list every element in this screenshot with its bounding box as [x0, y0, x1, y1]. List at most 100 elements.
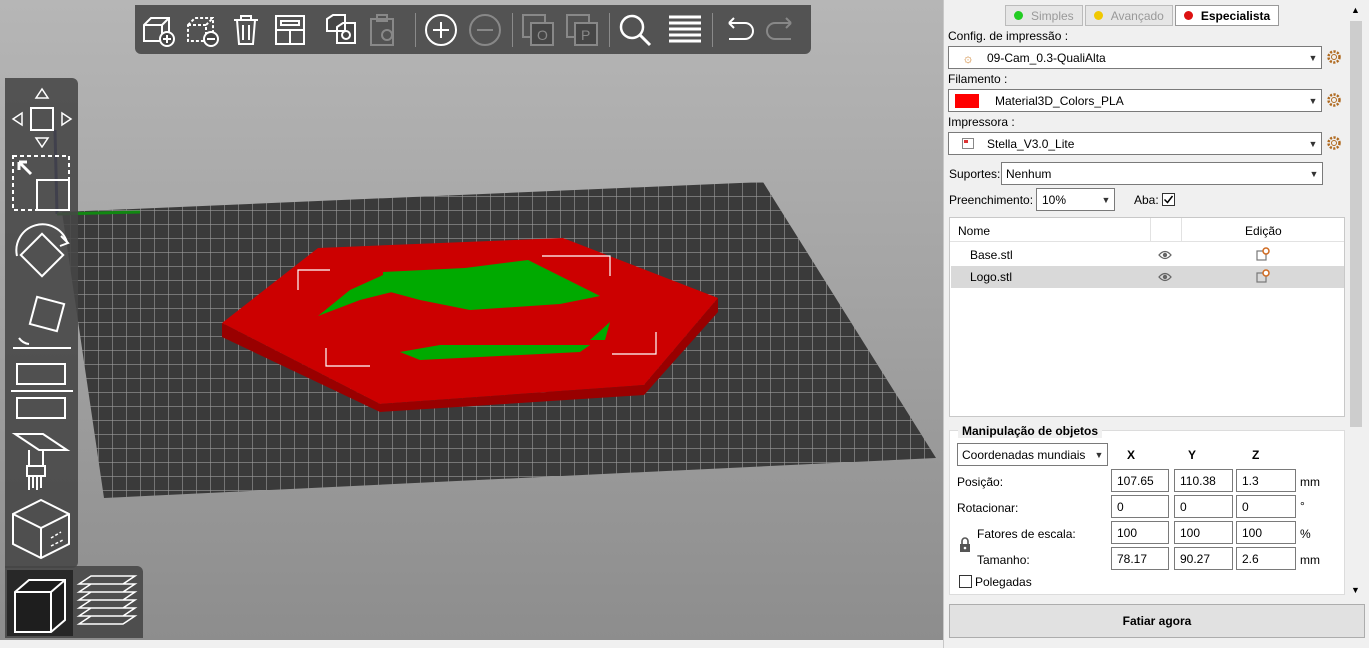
- gear-icon[interactable]: [1326, 92, 1342, 108]
- lock-icon[interactable]: [959, 537, 971, 553]
- infill-value: 10%: [1042, 192, 1067, 207]
- edit-settings-icon[interactable]: [1256, 269, 1270, 283]
- rotate-icon: [15, 223, 70, 278]
- copy-icon: [326, 14, 356, 44]
- chevron-down-icon: ▼: [1309, 168, 1319, 179]
- scale-y-input[interactable]: 100: [1174, 521, 1233, 544]
- rotation-y-input[interactable]: 0: [1174, 495, 1233, 518]
- size-z-input[interactable]: 2.6: [1236, 547, 1296, 570]
- search-button[interactable]: [616, 11, 654, 49]
- coordinate-system-select[interactable]: Coordenadas mundiais ▼: [957, 443, 1108, 466]
- position-y-input[interactable]: 110.38: [1174, 469, 1233, 492]
- scale-z-input[interactable]: 100: [1236, 521, 1296, 544]
- supports-label: Suportes:: [949, 167, 1001, 181]
- chevron-down-icon: ▼: [1094, 449, 1104, 460]
- left-toolbar: [5, 78, 78, 568]
- undo-button[interactable]: [719, 11, 757, 49]
- redo-icon: [766, 17, 792, 40]
- chevron-down-icon: ▼: [1308, 138, 1318, 149]
- move-tool-button[interactable]: [11, 84, 73, 148]
- size-label: Tamanho:: [977, 553, 1030, 567]
- paint-supports-button[interactable]: [11, 430, 73, 494]
- object-row-logo[interactable]: Logo.stl: [951, 266, 1344, 288]
- brush-icon: [11, 433, 71, 490]
- remove-instance-button[interactable]: [466, 11, 504, 49]
- filament-label: Filamento :: [948, 72, 1008, 86]
- rotation-label: Rotacionar:: [957, 501, 1019, 515]
- layers-editing-button[interactable]: [666, 11, 704, 49]
- scale-tool-button[interactable]: [11, 154, 73, 216]
- delete-object-button[interactable]: [183, 11, 221, 49]
- object-manipulation-group: Manipulação de objetos Coordenadas mundi…: [949, 424, 1345, 595]
- edit-settings-icon[interactable]: [1256, 247, 1270, 261]
- rotate-tool-button[interactable]: [11, 222, 73, 286]
- filament-select[interactable]: Material3D_Colors_PLA ▼: [948, 89, 1322, 112]
- split-parts-button[interactable]: P: [563, 11, 601, 49]
- size-x-input[interactable]: 78.17: [1111, 547, 1169, 570]
- yellow-dot-icon: [1093, 11, 1103, 20]
- gear-icon[interactable]: [1326, 49, 1342, 65]
- status-bar: [0, 640, 943, 648]
- slice-now-button[interactable]: Fatiar agora: [949, 604, 1365, 638]
- 3d-view-button[interactable]: [7, 570, 73, 636]
- minus-circle-icon: [469, 14, 501, 46]
- tab-expert[interactable]: Especialista: [1174, 5, 1280, 26]
- scene-canvas[interactable]: [0, 0, 943, 640]
- place-on-face-button[interactable]: [11, 292, 73, 354]
- printer-value: Stella_V3.0_Lite: [987, 136, 1075, 151]
- chevron-up-icon[interactable]: ▲: [1351, 5, 1360, 15]
- filament-color-swatch: [949, 93, 995, 108]
- eye-icon[interactable]: [1158, 271, 1172, 283]
- gear-icon[interactable]: [1326, 135, 1342, 151]
- cut-icon: [11, 363, 73, 419]
- view-switcher: [5, 566, 143, 638]
- print-config-select[interactable]: ۞ 09-Cam_0.3-QualiAlta ▼: [948, 46, 1322, 69]
- cut-tool-button[interactable]: [11, 360, 73, 422]
- column-divider: [1150, 218, 1151, 242]
- split-parts-icon: P: [566, 14, 598, 46]
- panel-scrollbar[interactable]: ▲ ▼: [1348, 3, 1363, 601]
- split-objects-button[interactable]: O: [519, 11, 557, 49]
- red-hexagon-icon: [1183, 11, 1193, 20]
- preview-button[interactable]: [75, 570, 141, 636]
- position-z-input[interactable]: 1.3: [1236, 469, 1296, 492]
- redo-button[interactable]: [763, 11, 801, 49]
- inches-checkbox[interactable]: [959, 575, 972, 588]
- copy-button[interactable]: [321, 11, 359, 49]
- axis-x-label: X: [1127, 448, 1136, 462]
- brim-checkbox[interactable]: [1162, 193, 1175, 206]
- delete-all-button[interactable]: [227, 11, 265, 49]
- scale-x-input[interactable]: 100: [1111, 521, 1169, 544]
- svg-text:O: O: [537, 27, 548, 43]
- arrange-button[interactable]: [271, 11, 309, 49]
- add-instance-button[interactable]: [422, 11, 460, 49]
- object-row-base[interactable]: Base.stl: [951, 244, 1344, 266]
- column-edit-header[interactable]: Edição: [1245, 224, 1282, 238]
- paste-button[interactable]: [365, 11, 403, 49]
- position-x-input[interactable]: 107.65: [1111, 469, 1169, 492]
- move-icon: [11, 87, 73, 148]
- print-config-label: Config. de impressão :: [948, 29, 1069, 43]
- tab-label: Especialista: [1200, 8, 1271, 23]
- eye-icon[interactable]: [1158, 249, 1172, 261]
- scrollbar-thumb[interactable]: [1350, 21, 1362, 427]
- chevron-down-icon[interactable]: ▼: [1351, 585, 1360, 595]
- 3d-viewport[interactable]: O P: [0, 0, 943, 640]
- add-object-button[interactable]: [139, 11, 177, 49]
- tab-advanced[interactable]: Avançado: [1084, 5, 1173, 26]
- rotation-z-input[interactable]: 0: [1236, 495, 1296, 518]
- size-y-input[interactable]: 90.27: [1174, 547, 1233, 570]
- object-name: Logo.stl: [970, 270, 1013, 284]
- seam-painting-button[interactable]: [11, 498, 73, 560]
- axis-z-label: Z: [1252, 448, 1260, 462]
- object-list[interactable]: Nome Edição Base.stl Logo.stl: [949, 217, 1345, 417]
- toolbar-separator: [415, 13, 416, 47]
- supports-select[interactable]: Nenhum ▼: [1001, 162, 1323, 185]
- column-name-header[interactable]: Nome: [958, 224, 990, 238]
- toolbar-separator: [712, 13, 713, 47]
- chevron-down-icon: ▼: [1101, 194, 1111, 205]
- infill-select[interactable]: 10% ▼: [1036, 188, 1115, 211]
- rotation-x-input[interactable]: 0: [1111, 495, 1169, 518]
- printer-select[interactable]: Stella_V3.0_Lite ▼: [948, 132, 1322, 155]
- tab-simple[interactable]: Simples: [1005, 5, 1083, 26]
